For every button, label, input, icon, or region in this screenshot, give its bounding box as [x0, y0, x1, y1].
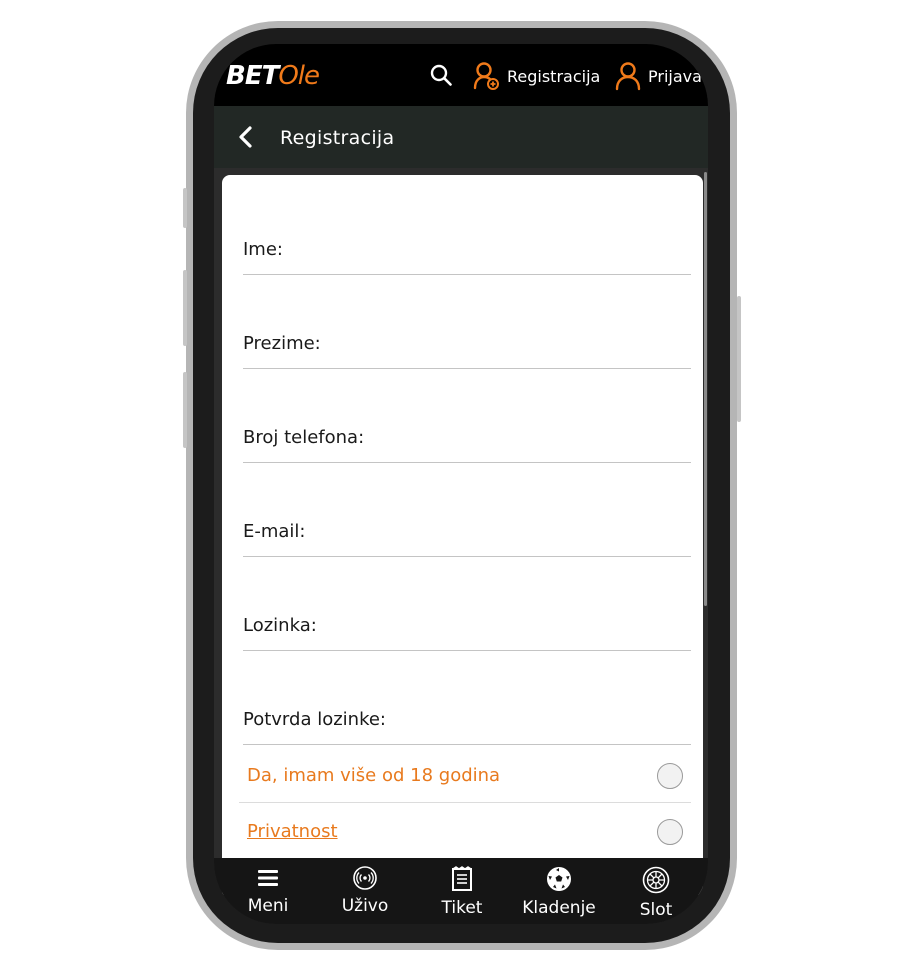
roulette-icon: [611, 866, 701, 894]
email-field[interactable]: E-mail:: [243, 507, 691, 557]
field-label: Ime:: [243, 239, 283, 260]
ticket-icon: [417, 866, 507, 892]
side-button-left-3: [183, 372, 187, 448]
page-title: Registracija: [280, 127, 395, 149]
nav-label: Slot: [639, 900, 673, 920]
user-add-icon: [473, 61, 501, 95]
first-name-field[interactable]: Ime:: [243, 225, 691, 275]
field-label: Potvrda lozinke:: [243, 709, 386, 730]
menu-icon: [223, 866, 313, 890]
field-label: E-mail:: [243, 521, 306, 542]
page-header: Registracija: [214, 106, 708, 168]
field-label: Lozinka:: [243, 615, 317, 636]
password-field[interactable]: Lozinka:: [243, 601, 691, 651]
confirm-password-field[interactable]: Potvrda lozinke:: [243, 695, 691, 745]
registration-form: Ime: Prezime: Broj telefona: E-mail: Loz…: [222, 175, 703, 895]
age-confirm-label: Da, imam više od 18 godina: [247, 765, 501, 786]
scrollbar[interactable]: [704, 172, 707, 606]
nav-label: Kladenje: [522, 898, 596, 918]
nav-label: Meni: [247, 896, 289, 916]
search-icon[interactable]: [430, 64, 452, 90]
age-confirm-row[interactable]: Da, imam više od 18 godina: [239, 747, 691, 803]
top-bar: BETOle Registracija Prijava: [214, 44, 708, 107]
logo-ole: Ole: [278, 61, 320, 91]
register-label: Registracija: [507, 67, 601, 86]
nav-item-betting[interactable]: Kladenje: [514, 866, 604, 918]
field-label: Broj telefona:: [243, 427, 365, 448]
phone-screen: BETOle Registracija Prijava Registracija…: [214, 44, 708, 924]
nav-label: Tiket: [441, 898, 483, 918]
logo-bet: BET: [226, 61, 279, 91]
football-icon: [514, 866, 604, 892]
back-chevron-icon[interactable]: [238, 126, 254, 152]
side-button-left-1: [183, 188, 187, 228]
betole-logo[interactable]: BETOle: [226, 61, 320, 91]
privacy-row[interactable]: Privatnost: [239, 803, 691, 859]
field-label: Prezime:: [243, 333, 321, 354]
side-button-right: [737, 296, 741, 422]
side-button-left-2: [183, 270, 187, 346]
nav-item-menu[interactable]: Meni: [223, 866, 313, 916]
privacy-radio[interactable]: [657, 819, 683, 845]
last-name-field[interactable]: Prezime:: [243, 319, 691, 369]
nav-label: Uživo: [341, 896, 389, 916]
user-icon: [615, 61, 641, 95]
privacy-link[interactable]: Privatnost: [247, 821, 338, 842]
phone-field[interactable]: Broj telefona:: [243, 413, 691, 463]
nav-item-live[interactable]: Uživo: [320, 866, 410, 916]
nav-item-slot[interactable]: Slot: [611, 866, 701, 920]
age-confirm-radio[interactable]: [657, 763, 683, 789]
live-icon: [320, 866, 410, 890]
login-label: Prijava: [648, 67, 702, 86]
bottom-navigation: Meni Uživo Tiket Kladenje Slot: [214, 858, 708, 924]
nav-item-ticket[interactable]: Tiket: [417, 866, 507, 918]
